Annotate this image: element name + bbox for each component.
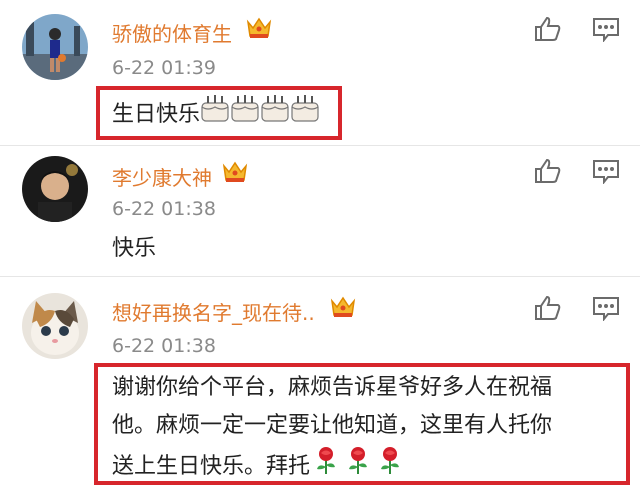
username[interactable]: 想好再换名字_现在待.. <box>112 297 315 326</box>
comment-icon[interactable] <box>592 295 620 322</box>
comment-text-content: 生日快乐 <box>112 101 201 127</box>
like-icon[interactable] <box>534 158 562 184</box>
timestamp: 6-22 01:38 <box>112 198 216 220</box>
comment-text: 生日快乐 <box>112 93 320 136</box>
comment-3: 想好再换名字_现在待.. 6-22 01:38 谢谢你给个平台，麻烦告诉星爷好多… <box>0 277 640 487</box>
comment-icon[interactable] <box>592 16 620 43</box>
comment-text-line: 送上生日快乐。拜托 <box>112 445 622 488</box>
avatar[interactable] <box>22 14 88 80</box>
comment-text-line: 谢谢你给个平台，麻烦告诉星爷好多人在祝福 <box>112 375 553 400</box>
cake-icon <box>200 93 320 136</box>
like-icon[interactable] <box>534 16 562 42</box>
rose-icon <box>310 445 406 488</box>
comment-text-content: 送上生日快乐。拜托 <box>112 453 311 479</box>
timestamp: 6-22 01:39 <box>112 57 216 79</box>
comment-icon[interactable] <box>592 158 620 185</box>
comment-text: 快乐 <box>112 236 157 261</box>
avatar[interactable] <box>22 293 88 359</box>
like-icon[interactable] <box>534 295 562 321</box>
comment-1: 骄傲的体育生 6-22 01:39 生日快乐 <box>0 0 640 143</box>
vip-crown-icon <box>222 160 248 184</box>
comment-text-line: 他。麻烦一定一定要让他知道，这里有人托你 <box>112 413 553 438</box>
timestamp: 6-22 01:38 <box>112 335 216 357</box>
comment-text: 谢谢你给个平台，麻烦告诉星爷好多人在祝福 他。麻烦一定一定要让他知道，这里有人托… <box>112 369 622 488</box>
avatar[interactable] <box>22 156 88 222</box>
vip-crown-icon <box>246 16 272 40</box>
username[interactable]: 骄傲的体育生 <box>112 18 232 47</box>
username[interactable]: 李少康大神 <box>112 162 212 191</box>
vip-crown-icon <box>330 295 356 319</box>
comment-2: 李少康大神 6-22 01:38 快乐 <box>0 146 640 276</box>
